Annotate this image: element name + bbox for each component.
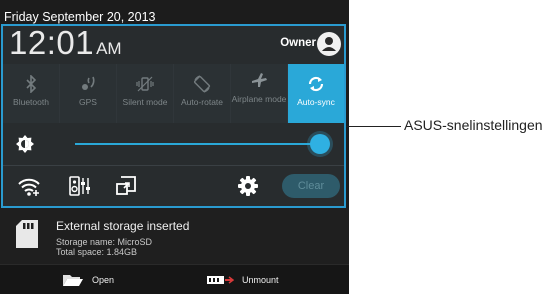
- unmount-action-label: Unmount: [242, 275, 279, 285]
- notification-storage-inserted[interactable]: External storage inserted Storage name: …: [0, 208, 349, 264]
- notification-actions: Open Unmount: [0, 264, 349, 294]
- clock-ampm: AM: [96, 39, 122, 58]
- android-screen: Friday September 20, 2013 12:01 AM Owner …: [0, 0, 349, 294]
- unmount-icon: [207, 276, 234, 284]
- toggle-label: Bluetooth: [13, 97, 49, 107]
- notification-total-space: Total space: 1.84GB: [56, 247, 138, 257]
- callout-line: [346, 126, 401, 127]
- folder-open-icon: [63, 275, 83, 286]
- toggle-auto-rotate[interactable]: Auto-rotate: [174, 64, 231, 123]
- owner-avatar-icon[interactable]: [317, 32, 341, 56]
- callout-label: ASUS-snelinstellingen: [404, 117, 543, 133]
- toggle-airplane-mode[interactable]: Airplane mode: [231, 64, 288, 123]
- sync-icon: [288, 74, 344, 94]
- clock-row: 12:01 AM Owner: [3, 26, 344, 64]
- toggle-label: GPS: [79, 97, 97, 107]
- clear-button[interactable]: Clear: [282, 174, 340, 198]
- toggle-label: Silent mode: [122, 97, 168, 107]
- status-bar-date: Friday September 20, 2013: [4, 10, 156, 24]
- screen-cast-icon[interactable]: [115, 175, 137, 202]
- toggle-bluetooth[interactable]: Bluetooth: [3, 64, 60, 123]
- toggle-label: Auto-rotate: [180, 97, 224, 107]
- brightness-row: [3, 123, 344, 165]
- unmount-action[interactable]: Unmount: [206, 265, 279, 294]
- brightness-icon[interactable]: [15, 134, 35, 159]
- notification-storage-name: Storage name: MicroSD: [56, 237, 153, 247]
- brightness-slider-thumb[interactable]: [310, 134, 330, 154]
- brightness-fill: [75, 143, 320, 145]
- asus-quick-settings-panel: 12:01 AM Owner Bluetooth GPS Silent mode…: [1, 24, 346, 208]
- toggle-silent-mode[interactable]: Silent mode: [117, 64, 174, 123]
- auto-rotate-icon: [174, 74, 230, 94]
- owner-label: Owner: [280, 37, 316, 49]
- toggle-label: Airplane mode: [231, 94, 287, 104]
- open-action[interactable]: Open: [62, 265, 114, 294]
- settings-gear-icon[interactable]: [237, 175, 259, 202]
- open-action-label: Open: [92, 275, 115, 285]
- notification-title: External storage inserted: [56, 219, 190, 233]
- quick-toggle-row: Bluetooth GPS Silent mode Auto-rotate Ai…: [3, 64, 344, 123]
- quick-settings-bottom-row: Clear: [3, 165, 344, 206]
- audio-wizard-icon[interactable]: [69, 175, 91, 202]
- clock-time: 12:01: [9, 24, 95, 61]
- wifi-settings-icon[interactable]: [17, 175, 41, 202]
- toggle-label: Auto-sync: [297, 97, 335, 107]
- brightness-slider[interactable]: [75, 143, 325, 145]
- gps-icon: [60, 74, 116, 94]
- toggle-gps[interactable]: GPS: [60, 64, 117, 123]
- airplane-icon: [231, 70, 287, 90]
- clock: 12:01 AM: [9, 24, 122, 69]
- silent-mode-icon: [117, 74, 173, 94]
- bluetooth-icon: [3, 74, 59, 94]
- sd-card-icon: [14, 219, 40, 254]
- toggle-auto-sync[interactable]: Auto-sync: [288, 64, 344, 123]
